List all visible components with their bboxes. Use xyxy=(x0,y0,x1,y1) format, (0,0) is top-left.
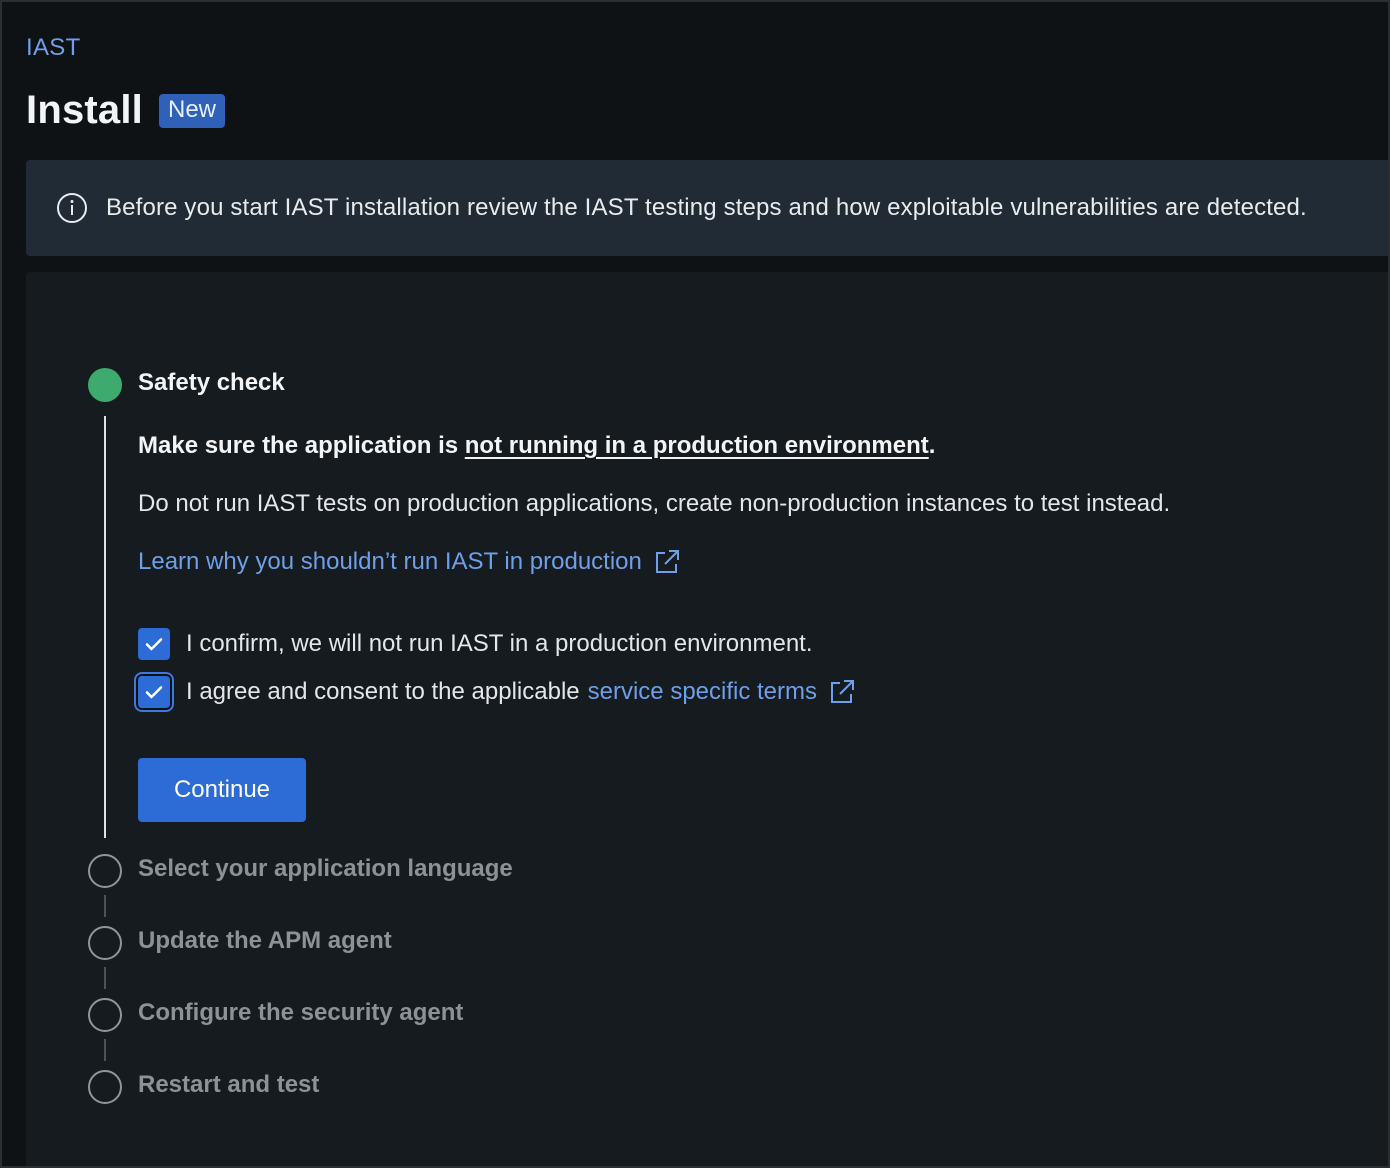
checkmark-icon xyxy=(145,638,163,651)
step-connector xyxy=(104,967,106,989)
breadcrumb-iast[interactable]: IAST xyxy=(26,34,81,62)
info-banner: Before you start IAST installation revie… xyxy=(26,160,1388,256)
continue-button[interactable]: Continue xyxy=(138,758,306,822)
step-complete-marker xyxy=(88,368,122,402)
confirm-row: I confirm, we will not run IAST in a pro… xyxy=(138,628,813,660)
step-connector xyxy=(104,1039,106,1061)
production-warning-headline: Make sure the application is not running… xyxy=(138,432,936,459)
service-terms-link-text: service specific terms xyxy=(587,678,818,705)
production-warning-emphasis: not running in a production environment xyxy=(464,432,929,459)
step-connector xyxy=(104,895,106,917)
confirm-label: I confirm, we will not run IAST in a pro… xyxy=(186,630,813,657)
info-icon xyxy=(57,193,87,223)
new-badge: New xyxy=(159,93,226,128)
step-pending-marker xyxy=(88,854,122,888)
learn-why-link-text: Learn why you shouldn’t run IAST in prod… xyxy=(138,548,642,575)
app-frame: IAST Install New Before you start IAST i… xyxy=(0,0,1390,1168)
confirm-checkbox[interactable] xyxy=(138,628,170,660)
page-title: Install xyxy=(26,88,143,132)
step-connector-active xyxy=(104,416,106,838)
external-link-icon xyxy=(831,680,855,703)
step-title-safety-check[interactable]: Safety check xyxy=(138,369,285,397)
title-row: Install New xyxy=(26,88,226,133)
step-title-restart-and-test[interactable]: Restart and test xyxy=(138,1071,319,1099)
production-warning-description: Do not run IAST tests on production appl… xyxy=(138,490,1171,517)
consent-label: I agree and consent to the applicable xyxy=(186,678,580,705)
step-title-update-apm-agent[interactable]: Update the APM agent xyxy=(138,927,392,955)
checkmark-icon xyxy=(145,686,163,699)
step-pending-marker xyxy=(88,926,122,960)
consent-checkbox[interactable] xyxy=(138,676,170,708)
step-pending-marker xyxy=(88,998,122,1032)
external-link-icon xyxy=(655,550,679,573)
step-pending-marker xyxy=(88,1070,122,1104)
consent-row: I agree and consent to the applicable se… xyxy=(138,676,855,708)
banner-text: Before you start IAST installation revie… xyxy=(106,194,1307,221)
step-title-configure-security-agent[interactable]: Configure the security agent xyxy=(138,999,463,1027)
step-title-select-language[interactable]: Select your application language xyxy=(138,855,513,883)
install-steps-panel xyxy=(26,272,1388,1166)
learn-why-link[interactable]: Learn why you shouldn’t run IAST in prod… xyxy=(138,548,680,576)
service-terms-link[interactable]: service specific terms xyxy=(588,678,855,706)
